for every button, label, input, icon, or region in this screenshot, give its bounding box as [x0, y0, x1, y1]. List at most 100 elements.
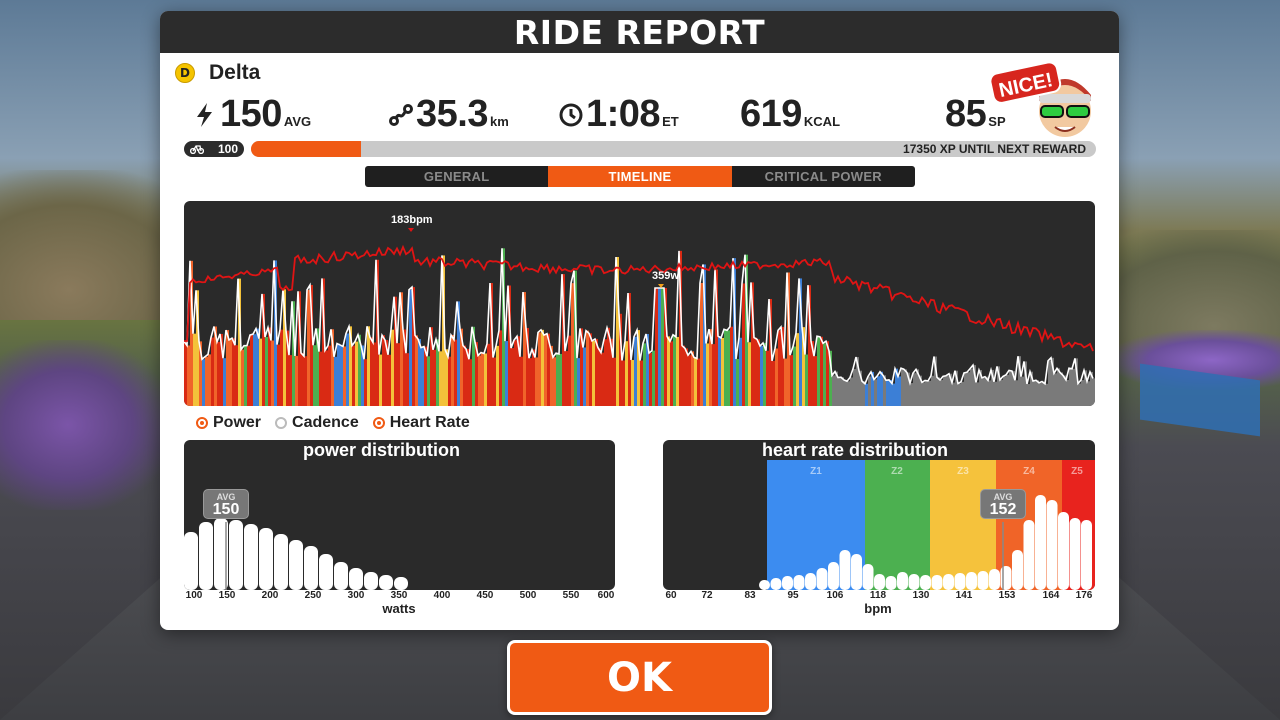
xp-progress-bar: 17350 XP UNTIL NEXT REWARD — [251, 141, 1096, 157]
power-column — [964, 372, 967, 406]
power-column — [988, 380, 991, 406]
hr-distribution-bar — [943, 574, 954, 590]
power-column — [757, 339, 760, 406]
power-column — [463, 345, 466, 406]
power-column — [901, 368, 904, 406]
power-column — [439, 351, 442, 406]
power-column — [658, 288, 661, 406]
hr-distribution-bar — [897, 572, 908, 590]
power-column — [655, 288, 658, 406]
power-column — [364, 359, 367, 406]
power-column — [724, 329, 727, 406]
stat-unit: AVG — [283, 114, 312, 129]
hr-distribution-bar — [793, 575, 805, 590]
power-column — [784, 358, 787, 406]
power-column — [1015, 380, 1018, 406]
tick-label: 300 — [347, 590, 365, 601]
power-distribution-bar — [229, 520, 243, 590]
tab-critical-power[interactable]: CRITICAL POWER — [732, 166, 915, 187]
zone-label: Z2 — [891, 466, 903, 477]
power-column — [1039, 382, 1042, 406]
xp-progress-row: 100 17350 XP UNTIL NEXT REWARD — [184, 141, 1096, 157]
power-column — [565, 351, 568, 406]
power-column — [556, 353, 559, 406]
power-distribution-title: power distribution — [303, 440, 460, 460]
power-column — [1009, 370, 1012, 406]
power-column — [577, 358, 580, 406]
power-column — [1054, 373, 1057, 406]
power-radio-icon — [196, 417, 208, 429]
tab-general[interactable]: GENERAL — [365, 166, 548, 187]
tick-label: 83 — [744, 590, 756, 601]
power-column — [865, 383, 868, 406]
power-column — [1081, 380, 1084, 406]
hr-peak-marker — [408, 228, 414, 232]
power-column — [634, 336, 637, 406]
legend-cadence-toggle[interactable]: Cadence — [275, 414, 359, 432]
power-column — [481, 352, 484, 406]
stat-calories: 619 KCAL — [740, 93, 840, 136]
zone-3-band — [930, 460, 996, 590]
power-column — [448, 356, 451, 406]
power-column — [622, 360, 625, 406]
power-column — [529, 358, 532, 406]
ride-report-dialog: RIDE REPORT D Delta 150 AVG 35.3 km 1:08… — [160, 11, 1119, 630]
route-icon — [389, 103, 413, 126]
power-column — [1060, 372, 1063, 406]
power-column — [874, 379, 877, 406]
power-column — [748, 342, 751, 406]
power-column — [940, 380, 943, 406]
zone-label: Z3 — [957, 466, 969, 477]
power-column — [631, 359, 634, 406]
power-column — [244, 345, 247, 406]
tab-timeline[interactable]: TIMELINE — [548, 166, 732, 187]
tick-label: 130 — [912, 590, 930, 601]
power-column — [1072, 368, 1075, 406]
stat-unit: ET — [662, 114, 679, 129]
power-column — [223, 358, 226, 406]
power-column — [493, 357, 496, 406]
power-column — [427, 356, 430, 406]
power-column — [1066, 379, 1069, 406]
power-column — [265, 336, 268, 406]
stat-avg-power: 150 AVG — [192, 93, 311, 136]
power-distribution-bar — [364, 572, 378, 590]
hr-distribution-panel: Z1 Z2 Z3 Z4 Z5 — [663, 440, 1095, 590]
ok-button[interactable]: OK — [507, 640, 772, 715]
power-column — [649, 352, 652, 406]
hr-distribution-bar — [1000, 566, 1012, 590]
power-column — [892, 383, 895, 406]
power-column — [1000, 379, 1003, 406]
power-column — [568, 335, 571, 406]
power-column — [967, 372, 970, 406]
power-distribution-bar — [394, 577, 408, 590]
legend-power-toggle[interactable]: Power — [196, 414, 261, 432]
power-column — [202, 359, 205, 406]
power-column — [727, 330, 730, 406]
power-column — [211, 337, 214, 406]
legend-heart-rate-toggle[interactable]: Heart Rate — [372, 414, 470, 432]
rider-name: Delta — [209, 61, 261, 84]
power-column — [763, 342, 766, 406]
power-column — [208, 354, 211, 406]
hr-distribution-title: heart rate distribution — [762, 440, 949, 460]
power-column — [487, 343, 490, 406]
power-column — [604, 339, 607, 406]
power-column — [232, 338, 235, 406]
power-column — [778, 330, 781, 406]
power-column — [229, 339, 232, 406]
power-column — [532, 349, 535, 406]
zone-2-band — [865, 460, 930, 590]
power-distribution-bar — [319, 554, 333, 590]
power-column — [1003, 376, 1006, 406]
dialog-title: RIDE REPORT — [160, 11, 1119, 53]
power-column — [832, 375, 835, 406]
power-column — [718, 336, 721, 406]
power-column — [994, 381, 997, 406]
power-distribution-bar — [289, 540, 303, 590]
hr-distribution-bar — [1069, 518, 1081, 590]
power-column — [700, 282, 703, 406]
power-column — [1057, 368, 1060, 406]
zone-label: Z4 — [1023, 466, 1035, 477]
power-distribution-bar — [304, 546, 318, 590]
